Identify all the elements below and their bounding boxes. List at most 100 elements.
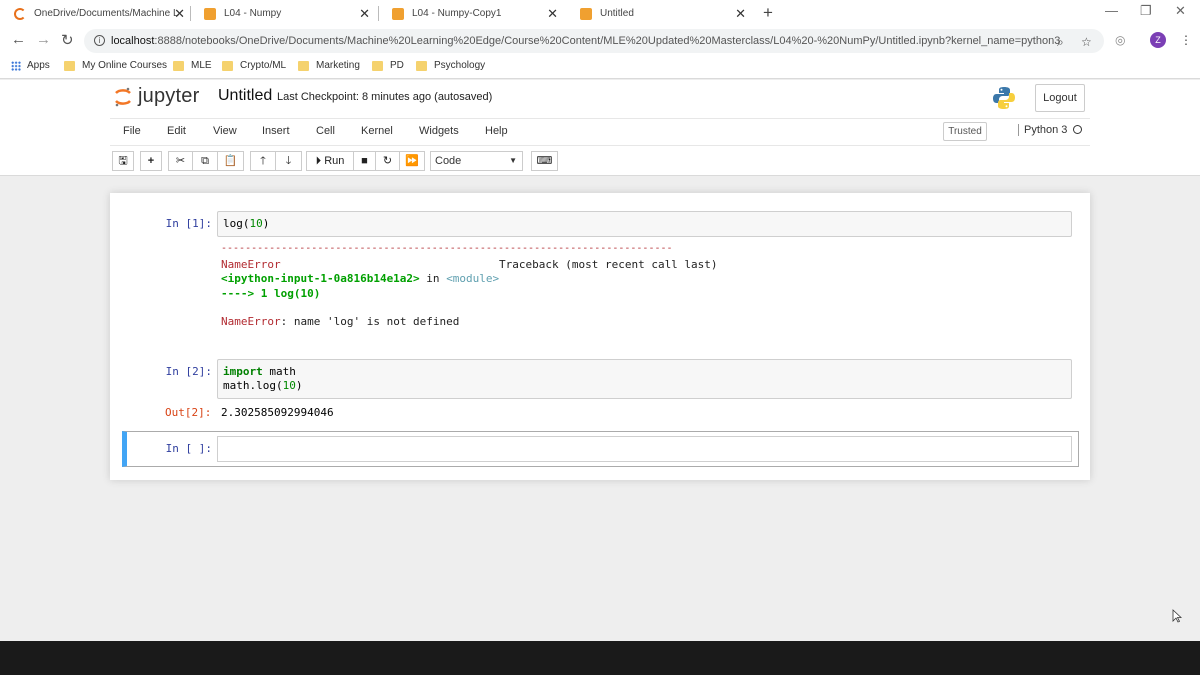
menu-view[interactable]: View — [213, 125, 237, 137]
mouse-cursor-icon — [1172, 609, 1182, 623]
jupyter-header: jupyter Untitled Last Checkpoint: 8 minu… — [0, 80, 1200, 118]
more-menu-icon[interactable]: ⋮ — [1180, 33, 1192, 47]
bookmarks-bar: Apps My Online Courses MLE Crypto/ML Mar… — [0, 55, 1200, 79]
trusted-indicator[interactable]: Trusted — [943, 122, 987, 141]
folder-icon — [222, 60, 233, 71]
code-cell-input[interactable] — [217, 436, 1072, 462]
onedrive-icon — [14, 7, 26, 20]
tab-separator — [378, 6, 379, 21]
back-arrow-icon[interactable]: ← — [11, 31, 26, 48]
code-cell-input[interactable]: log(10) — [217, 211, 1072, 237]
bookmark-mle[interactable]: MLE — [173, 60, 212, 71]
jupyter-icon — [204, 7, 216, 20]
jupyter-ring-icon — [115, 87, 131, 106]
code-line: log(10) — [223, 217, 270, 230]
error-message: NameError: name 'log' is not defined — [221, 315, 460, 328]
edit-button-group: ✂ ⧉ 📋 — [168, 151, 244, 171]
notebook-toolbar: 🖫 + ✂ ⧉ 📋 🡑 🡓 ⏵ Run ■ ↻ ⏩ Code ▼ ⌨ — [0, 146, 1200, 176]
folder-icon — [416, 60, 427, 71]
bookmark-psychology[interactable]: Psychology — [416, 60, 485, 71]
apps-grid-icon — [11, 60, 21, 71]
code-line: math.log(10) — [223, 379, 303, 392]
chevron-down-icon: ▼ — [509, 156, 517, 165]
forward-arrow-icon[interactable]: → — [36, 31, 51, 48]
browser-tab-untitled[interactable]: Untitled ✕ — [566, 0, 756, 27]
output-prompt: Out[2]: — [165, 406, 212, 419]
code-line: import math — [223, 365, 296, 378]
python-logo-icon — [993, 87, 1015, 109]
checkpoint-status: Last Checkpoint: 8 minutes ago (autosave… — [277, 91, 493, 103]
selected-cell[interactable]: In [ ]: — [122, 431, 1079, 467]
folder-icon — [64, 60, 75, 71]
browser-tab-strip: OneDrive/Documents/Machine L ✕ L04 - Num… — [0, 0, 1200, 27]
restart-icon[interactable]: ↻ — [376, 152, 400, 170]
reload-icon[interactable]: ↻ — [61, 31, 74, 49]
save-icon[interactable]: 🖫 — [112, 151, 134, 171]
error-name: NameError — [221, 258, 281, 271]
copy-icon[interactable]: ⧉ — [193, 152, 218, 170]
logout-button[interactable]: Logout — [1035, 84, 1085, 112]
avatar[interactable]: Z — [1150, 32, 1166, 48]
kernel-indicator: Python 3 — [1018, 124, 1083, 136]
tab-title: L04 - Numpy-Copy1 — [412, 8, 502, 19]
cut-icon[interactable]: ✂ — [169, 152, 193, 170]
close-icon[interactable]: ✕ — [547, 6, 558, 22]
browser-tab-numpy-copy[interactable]: L04 - Numpy-Copy1 ✕ — [378, 0, 568, 27]
notebook-title[interactable]: Untitled — [218, 87, 272, 105]
input-prompt: In [1]: — [165, 217, 212, 230]
insert-cell-icon[interactable]: + — [140, 151, 162, 171]
close-icon[interactable]: ✕ — [174, 6, 185, 22]
move-up-icon[interactable]: 🡑 — [251, 152, 276, 170]
restore-icon[interactable]: ❐ — [1140, 3, 1152, 19]
keyboard-icon[interactable]: ⌨ — [531, 151, 558, 171]
bookmark-my-online-courses[interactable]: My Online Courses — [64, 60, 167, 71]
menu-edit[interactable]: Edit — [167, 125, 186, 137]
code-cell-input[interactable]: import math math.log(10) — [217, 359, 1072, 399]
browser-tab-onedrive[interactable]: OneDrive/Documents/Machine L ✕ — [0, 0, 195, 27]
extension-icon[interactable]: ◎ — [1115, 33, 1125, 47]
bookmark-marketing[interactable]: Marketing — [298, 60, 360, 71]
info-icon[interactable]: i — [94, 35, 105, 46]
zoom-icon[interactable]: ⌕ — [1057, 35, 1064, 50]
menu-file[interactable]: File — [123, 125, 141, 137]
menu-bar: File Edit View Insert Cell Kernel Widget… — [0, 118, 1200, 146]
tab-title: L04 - Numpy — [224, 8, 282, 19]
bookmark-pd[interactable]: PD — [372, 60, 404, 71]
jupyter-logo[interactable]: jupyter — [114, 85, 199, 108]
bookmark-crypto-ml[interactable]: Crypto/ML — [222, 60, 286, 71]
error-location: <ipython-input-1-0a816b14e1a2> in <modul… — [221, 272, 500, 285]
tab-title: OneDrive/Documents/Machine L — [34, 8, 179, 19]
menu-kernel[interactable]: Kernel — [361, 125, 393, 137]
move-button-group: 🡑 🡓 — [250, 151, 302, 171]
menu-insert[interactable]: Insert — [262, 125, 290, 137]
folder-icon — [173, 60, 184, 71]
notebook-container: In [1]: log(10) ------------------------… — [110, 193, 1090, 480]
bookmark-star-icon[interactable]: ☆ — [1081, 35, 1092, 49]
menu-widgets[interactable]: Widgets — [419, 125, 459, 137]
jupyter-wordmark: jupyter — [138, 85, 200, 107]
minimize-icon[interactable]: — — [1105, 3, 1118, 18]
input-prompt: In [2]: — [165, 365, 212, 378]
bookmark-apps[interactable]: Apps — [11, 60, 50, 71]
run-button[interactable]: ⏵ Run — [307, 152, 354, 170]
browser-toolbar: ← → ↻ i localhost:8888/notebooks/OneDriv… — [0, 27, 1200, 55]
input-prompt: In [ ]: — [165, 442, 212, 455]
error-divider: ----------------------------------------… — [221, 243, 673, 254]
cell-type-select[interactable]: Code ▼ — [430, 151, 523, 171]
address-bar[interactable]: i localhost:8888/notebooks/OneDrive/Docu… — [84, 29, 1104, 53]
new-tab-button[interactable]: + — [763, 3, 773, 23]
jupyter-icon — [392, 7, 404, 20]
error-arrow-line: ----> 1 log(10) — [221, 287, 321, 300]
menu-cell[interactable]: Cell — [316, 125, 335, 137]
close-icon[interactable]: ✕ — [359, 6, 370, 22]
url-text[interactable]: localhost:8888/notebooks/OneDrive/Docume… — [111, 35, 1060, 47]
taskbar — [0, 641, 1200, 675]
move-down-icon[interactable]: 🡓 — [276, 152, 301, 170]
paste-icon[interactable]: 📋 — [218, 152, 243, 170]
browser-tab-numpy[interactable]: L04 - Numpy ✕ — [190, 0, 380, 27]
window-close-icon[interactable]: ✕ — [1175, 3, 1186, 19]
close-icon[interactable]: ✕ — [735, 6, 746, 22]
menu-help[interactable]: Help — [485, 125, 508, 137]
restart-run-all-icon[interactable]: ⏩ — [400, 152, 424, 170]
interrupt-icon[interactable]: ■ — [354, 152, 376, 170]
